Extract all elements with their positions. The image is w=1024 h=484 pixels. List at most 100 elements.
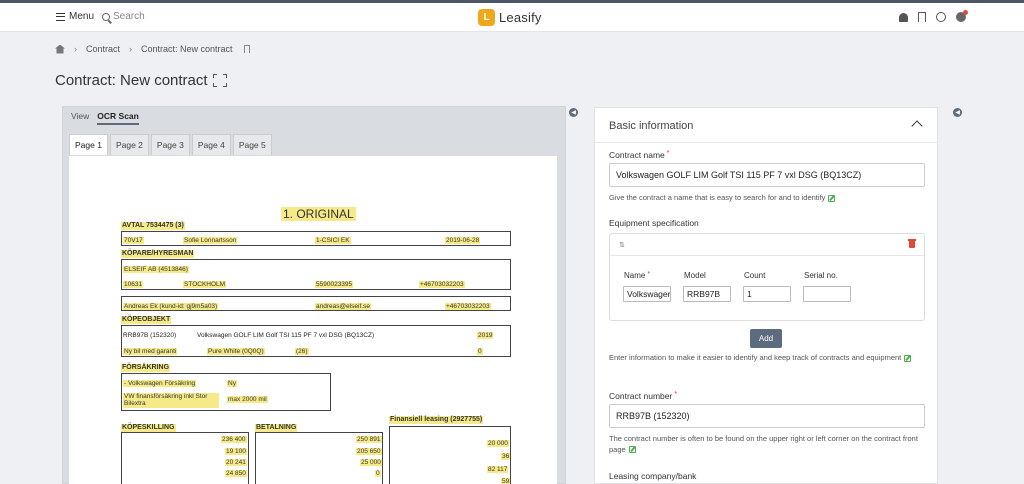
search-label: Search	[113, 11, 145, 22]
tab-page-1[interactable]: Page 1	[69, 134, 108, 155]
equipment-help: Enter information to make it easier to i…	[609, 353, 925, 364]
equipment-serial-input[interactable]	[803, 286, 851, 302]
chevron-right-icon: ›	[129, 44, 133, 54]
doc-vehicle: Volkswagen GOLF LIM Golf TSI 115 PF 7 vx…	[197, 332, 375, 339]
doc-avtal: AVTAL 7534475 (3)	[121, 222, 185, 231]
edit-icon[interactable]	[904, 354, 912, 362]
doc-purchase-value-3: 20 241	[225, 459, 247, 467]
doc-postal-code: 10631	[123, 281, 144, 289]
tab-page-4[interactable]: Page 4	[191, 134, 231, 155]
doc-avtal-number: 70V17	[123, 237, 144, 245]
chevron-up-icon[interactable]	[911, 120, 923, 132]
doc-financing-value-2: 36	[501, 453, 511, 461]
doc-model-year: 2019	[477, 332, 494, 340]
doc-phone: +46703032203	[419, 281, 465, 289]
bookmark-icon[interactable]	[243, 45, 250, 53]
doc-condition: Ny bil med garanti	[123, 348, 178, 356]
doc-dealer-code: 1-CSICI EK	[315, 237, 351, 245]
doc-email: andreas@elseif.se	[315, 303, 371, 311]
doc-contract-date: 2019-06-28	[445, 237, 481, 245]
doc-object-heading: KÖPEOBJEKT	[121, 316, 172, 325]
doc-purchase-value-1: 236 400	[221, 436, 247, 444]
doc-financing-value-1: 20 000	[487, 440, 509, 448]
contract-name-label: Contract name *	[609, 150, 670, 160]
equipment-count-label: Count	[744, 271, 766, 280]
section-title: Basic information	[609, 120, 694, 132]
tab-page-3[interactable]: Page 3	[150, 134, 190, 155]
collapse-right-button[interactable]: ◀	[953, 108, 962, 117]
logo-icon: L	[478, 9, 495, 26]
doc-contact: Andreas Ek (kund-id: gj9m5a03)	[123, 303, 219, 311]
doc-insurance-type: Ny	[227, 380, 237, 388]
page-tabs: Page 1 Page 2 Page 3 Page 4 Page 5	[69, 134, 272, 155]
doc-payment-value-2: 205 650	[356, 448, 382, 456]
doc-phone2: +46703032203	[445, 303, 491, 311]
trash-icon[interactable]	[908, 239, 916, 248]
bookmark-icon[interactable]	[918, 12, 926, 22]
form-panel: Basic information Contract name * Volkswa…	[594, 107, 938, 484]
contract-name-input[interactable]: Volkswagen GOLF LIM Golf TSI 115 PF 7 vx…	[609, 163, 925, 187]
doc-payment-heading: BETALNING	[255, 424, 298, 433]
tab-ocr-scan[interactable]: OCR Scan	[97, 111, 139, 125]
doc-financing-value-4: 59	[501, 478, 511, 484]
sort-icon[interactable]: ⇅	[619, 241, 625, 249]
tab-view[interactable]: View	[71, 111, 89, 125]
doc-buyer-heading: KÖPARE/HYRESMAN	[121, 250, 195, 259]
divider	[595, 142, 937, 143]
chevron-right-icon: ›	[74, 44, 77, 54]
equipment-name-input[interactable]: Volkswagen	[623, 286, 671, 302]
tab-page-2[interactable]: Page 2	[109, 134, 149, 155]
doc-payment-value-3: 25 000	[360, 459, 382, 467]
equipment-serial-label: Serial no.	[804, 271, 838, 280]
equipment-name-label: Name *	[624, 271, 651, 280]
doc-insurer: - Volkswagen Försäkring	[123, 380, 197, 388]
user-icon[interactable]	[956, 10, 968, 22]
globe-icon[interactable]	[936, 12, 946, 22]
page-title: Contract: New contract	[55, 72, 208, 89]
doc-reg-number: RRB97B (152320)	[123, 332, 177, 339]
breadcrumb-item-current: Contract: New contract	[141, 44, 233, 54]
doc-insurance-heading: FÖRSÄKRING	[121, 364, 171, 373]
equipment-count-input[interactable]: 1	[743, 286, 791, 302]
home-icon[interactable]	[55, 44, 65, 54]
doc-purchase-heading: KÖPESKILLING	[121, 424, 176, 433]
contract-number-input[interactable]: RRB97B (152320)	[609, 404, 925, 428]
doc-insurance-desc: VW finansförsäkring inkl Stor Bilextra	[123, 393, 219, 408]
doc-payment-value-1: 250 891	[356, 436, 382, 444]
doc-buyer-name: ELSEIF AB (4513846)	[123, 266, 189, 274]
collapse-left-button[interactable]: ◀	[569, 108, 578, 117]
search-button[interactable]: Search	[102, 11, 145, 22]
equipment-model-input[interactable]: RRB97B	[683, 286, 731, 302]
equipment-row-header: ⇅	[610, 234, 924, 256]
doc-heading: 1. ORIGINAL	[281, 207, 356, 221]
doc-field-box	[121, 325, 511, 357]
edit-icon[interactable]	[628, 446, 636, 454]
fullscreen-icon[interactable]	[213, 74, 227, 87]
breadcrumb-item-contract[interactable]: Contract	[86, 44, 120, 54]
equipment-row-card: ⇅ Name * Model Count Serial no. Volkswage…	[609, 233, 925, 321]
equipment-model-label: Model	[684, 271, 706, 280]
doc-seller-person: Sofie Lonnartsson	[183, 237, 238, 245]
logo[interactable]: L Leasify	[478, 9, 542, 26]
contract-number-help: The contract number is often to be found…	[609, 434, 918, 454]
tab-page-5[interactable]: Page 5	[232, 134, 272, 155]
doc-org-number: 5590023395	[315, 281, 354, 289]
edit-icon[interactable]	[828, 194, 836, 202]
search-icon	[102, 12, 110, 21]
doc-purchase-value-2: 19 100	[225, 448, 247, 456]
doc-color: Pure White (0Q0Q)	[207, 348, 265, 356]
doc-field-box	[389, 426, 511, 484]
doc-mileage: 0	[477, 348, 483, 356]
contract-number-label: Contract number *	[609, 391, 678, 401]
doc-insurance-limit: max 2000 mil	[227, 396, 268, 404]
bell-icon[interactable]	[899, 12, 908, 22]
doc-payment-value-4: 0	[375, 470, 381, 478]
add-equipment-button[interactable]: Add	[750, 329, 782, 348]
doc-city: STOCKHOLM	[183, 281, 227, 289]
hamburger-icon	[56, 12, 65, 21]
breadcrumb: › Contract › Contract: New contract	[55, 44, 250, 54]
scanned-document[interactable]: 1. ORIGINAL AVTAL 7534475 (3) 70V17 Sofi…	[69, 156, 557, 484]
menu-button[interactable]: Menu	[56, 11, 94, 22]
notification-dot	[963, 10, 968, 15]
logo-text: Leasify	[499, 10, 542, 25]
